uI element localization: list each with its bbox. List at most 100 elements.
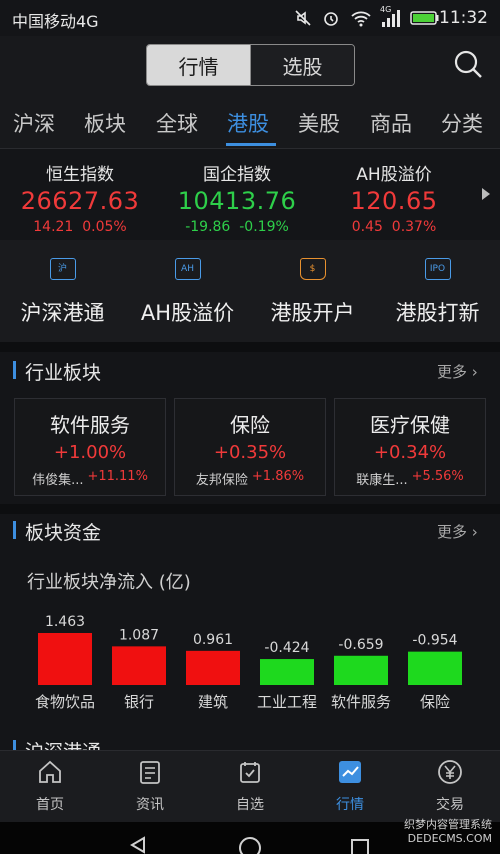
battery-icon: [410, 11, 439, 25]
industry-card[interactable]: 医疗保健 +0.34% 联康生... +5.56%: [334, 398, 486, 496]
section-marker: [13, 361, 16, 379]
bottom-tab-label: 资讯: [136, 797, 164, 813]
industry-card[interactable]: 软件服务 +1.00% 伟俊集... +11.11%: [14, 398, 166, 496]
bottom-tab-market[interactable]: 行情: [300, 758, 400, 814]
card-stock-pct: +1.86%: [251, 469, 305, 484]
section-marker: [13, 740, 16, 750]
divider: [0, 342, 500, 352]
chart-value-label: -0.954: [412, 633, 457, 649]
bottom-tab-label: 自选: [236, 797, 264, 813]
home-icon: [39, 760, 61, 783]
search-icon[interactable]: [452, 48, 484, 80]
tab-categories[interactable]: 分类: [441, 108, 483, 138]
divider: [0, 504, 500, 514]
active-tab-indicator: [226, 143, 276, 146]
index-value: 10413.76: [177, 187, 297, 215]
chart-bar: [186, 650, 240, 685]
more-industry-link[interactable]: 更多 ›: [437, 361, 478, 382]
chevron-right-icon: ›: [471, 523, 478, 541]
index-hang-seng[interactable]: 恒生指数 26627.63 14.21 0.05%: [0, 160, 160, 235]
network-type-label: 4G: [380, 5, 392, 14]
watchlist-icon: [240, 762, 260, 783]
clock: 11:32: [439, 8, 488, 28]
back-icon[interactable]: [128, 836, 148, 854]
bottom-tab-news[interactable]: 资讯: [100, 758, 200, 814]
quick-open-account[interactable]: $ 港股开户: [250, 258, 375, 327]
ah-icon: AH: [174, 258, 201, 280]
index-change: 0.45 0.37%: [351, 219, 437, 235]
status-icons: 4G: [294, 5, 440, 30]
tab-global[interactable]: 全球: [156, 108, 198, 138]
market-tabs: 沪深 板块 全球 港股 美股 商品 分类: [0, 94, 500, 148]
index-hscei[interactable]: 国企指数 10413.76 -19.86 -0.19%: [157, 160, 317, 235]
card-pct: +0.35%: [213, 442, 287, 463]
bottom-tab-home[interactable]: 首页: [0, 758, 100, 814]
segment-stock-picker[interactable]: 选股: [250, 45, 354, 85]
watermark: 织梦内容管理系统 DEDECMS.COM: [404, 818, 492, 845]
tab-commodities[interactable]: 商品: [370, 108, 412, 138]
hk-connect-icon: 沪: [49, 258, 76, 280]
industry-card[interactable]: 保险 +0.35% 友邦保险 +1.86%: [174, 398, 326, 496]
recents-icon[interactable]: [350, 838, 370, 854]
bottom-tab-label: 行情: [336, 797, 364, 813]
chart-bar: [408, 651, 462, 685]
index-ah-premium[interactable]: AH股溢价 120.65 0.45 0.37%: [314, 160, 474, 235]
index-value: 120.65: [350, 187, 438, 215]
chart-value-label: 1.087: [119, 627, 159, 643]
card-stock-pct: +5.56%: [411, 469, 464, 484]
market-icon: [339, 761, 361, 783]
sector-flow-chart: 1.463 食物饮品 1.087 银行 0.961 建筑 -0.424 工业工程 -0.659 软…: [35, 614, 462, 711]
wifi-icon: [351, 11, 371, 27]
section-title-connect: 沪深港通: [25, 737, 101, 750]
chart-bar: [112, 646, 166, 685]
index-name: AH股溢价: [356, 165, 432, 185]
card-title: 保险: [230, 413, 270, 437]
chart-category-label: 食物饮品: [35, 693, 95, 711]
tab-sectors[interactable]: 板块: [84, 108, 126, 138]
chart-category-label: 软件服务: [331, 693, 391, 711]
tab-shanghai-shenzhen[interactable]: 沪深: [13, 108, 55, 138]
more-funds-link[interactable]: 更多 ›: [437, 521, 478, 542]
alarm-icon: [324, 12, 338, 26]
yen-icon: [438, 760, 462, 784]
quick-ah-premium[interactable]: AH AH股溢价: [125, 258, 250, 327]
tab-us-stocks[interactable]: 美股: [298, 108, 340, 138]
signal-icon: 4G: [380, 5, 400, 27]
chart-category-label: 建筑: [198, 693, 228, 711]
quick-ipo[interactable]: IPO 港股打新: [375, 258, 500, 327]
chart-category-label: 工业工程: [257, 693, 317, 711]
card-pct: +0.34%: [373, 442, 447, 463]
quick-label: AH股溢价: [140, 301, 235, 325]
chart-value-label: -0.659: [338, 637, 383, 653]
section-marker: [13, 521, 16, 539]
bottom-tab-watchlist[interactable]: 自选: [200, 758, 300, 814]
card-stock: 伟俊集...: [32, 473, 84, 488]
index-name: 国企指数: [203, 165, 271, 185]
section-title-industry: 行业板块: [25, 362, 102, 384]
segmented-control: 行情 选股: [146, 44, 355, 86]
card-stock: 联康生...: [356, 473, 408, 488]
segment-market[interactable]: 行情: [147, 45, 250, 85]
bottom-tab-trade[interactable]: 交易: [400, 758, 500, 814]
home-button-icon[interactable]: [238, 836, 262, 854]
quick-label: 港股开户: [270, 301, 355, 325]
index-change: -19.86 -0.19%: [185, 219, 289, 235]
news-icon: [140, 761, 160, 784]
quick-label: 沪深港通: [20, 301, 105, 325]
index-value: 26627.63: [20, 187, 140, 215]
divider: [0, 148, 500, 149]
chart-title: 行业板块净流入 (亿): [27, 572, 191, 593]
mute-icon: [295, 10, 311, 26]
ipo-icon: IPO: [424, 258, 451, 280]
chart-category-label: 银行: [124, 693, 154, 711]
tab-hk-stocks[interactable]: 港股: [227, 108, 269, 138]
card-pct: +1.00%: [53, 442, 127, 463]
index-change: 14.21 0.05%: [33, 219, 127, 235]
chevron-right-icon: ›: [471, 363, 478, 381]
quick-hk-connect[interactable]: 沪 沪深港通: [0, 258, 125, 327]
chevron-right-icon[interactable]: [482, 188, 490, 200]
chart-value-label: 0.961: [193, 632, 233, 648]
index-name: 恒生指数: [46, 165, 114, 185]
card-stock: 友邦保险: [195, 473, 248, 488]
bottom-tab-label: 交易: [436, 797, 464, 813]
